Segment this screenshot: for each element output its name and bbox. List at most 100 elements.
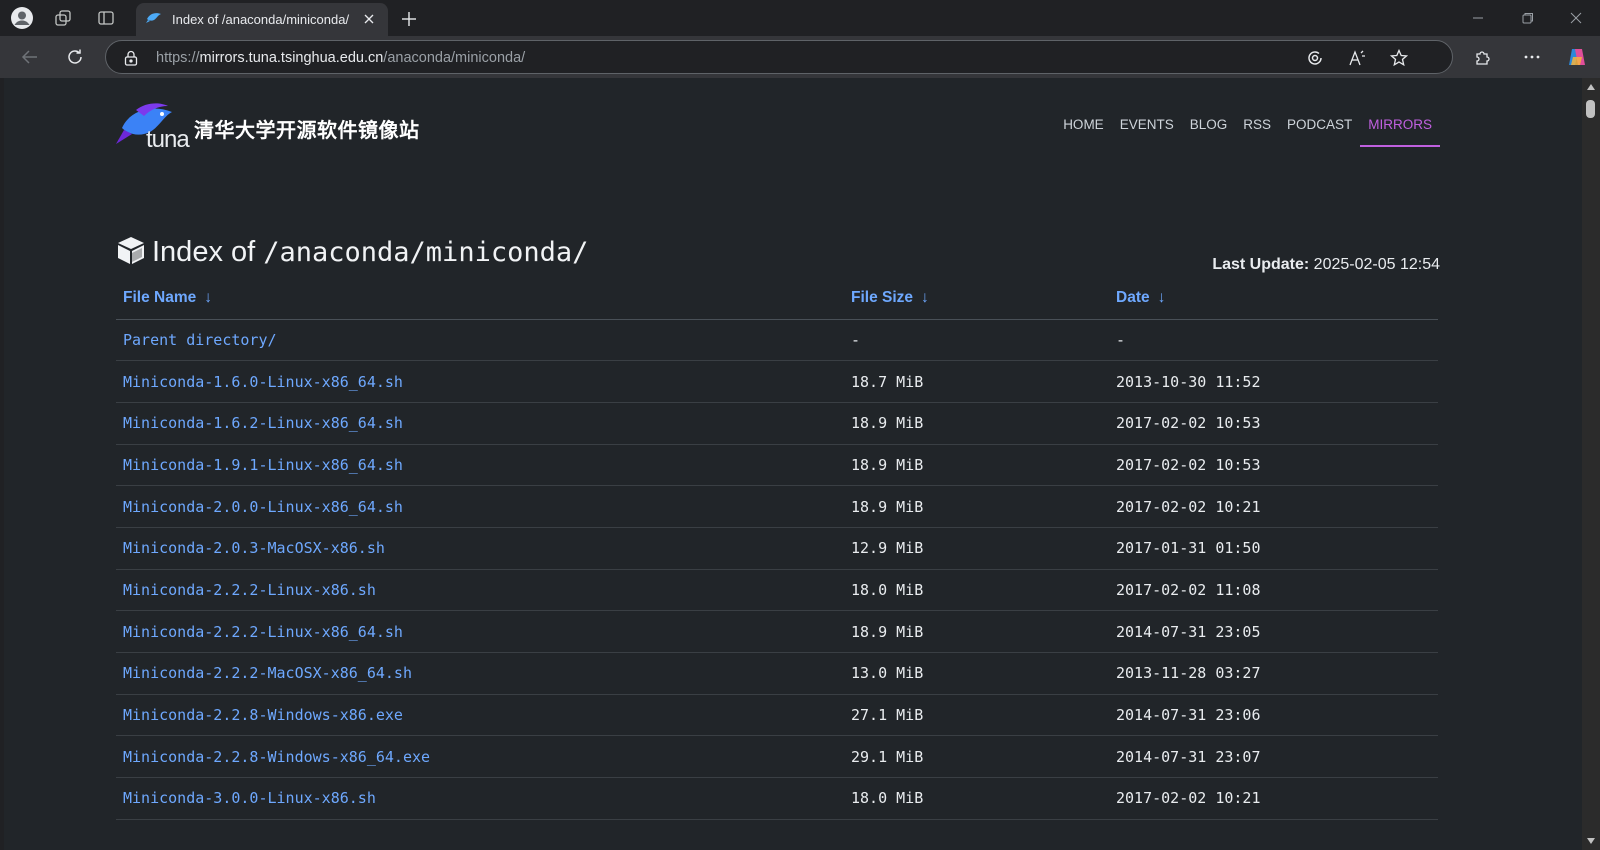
last-update-label: Last Update: [1212,256,1310,273]
title-path: /anaconda/miniconda/ [263,237,589,268]
browser-toolbar: https://mirrors.tuna.tsinghua.edu.cn/ana… [0,36,1600,78]
cell-file-size: 18.0 MiB [844,777,1109,820]
file-link[interactable]: Miniconda-2.2.8-Windows-x86.exe [123,706,403,724]
copilot-icon[interactable] [1563,43,1591,71]
nav-rss[interactable]: RSS [1235,116,1279,146]
file-rows: Parent directory/ - - Miniconda-1.6.0-Linux… [116,319,1438,820]
nav-podcast[interactable]: PODCAST [1279,116,1360,146]
new-tab-icon[interactable] [396,6,422,32]
site-brand[interactable]: tuna 清华大学开源软件镜像站 [116,100,420,156]
file-link[interactable]: Miniconda-1.9.1-Linux-x86_64.sh [123,456,403,474]
page-scrollbar[interactable] [1582,78,1600,850]
column-label: Date [1116,288,1150,306]
file-link[interactable]: Miniconda-2.0.0-Linux-x86_64.sh [123,498,403,516]
main-nav: HOME EVENTS BLOG RSS PODCAST MIRRORS [1055,116,1440,147]
cell-file-name: Miniconda-3.0.0-Linux-x86.sh [116,777,844,820]
sort-arrow-icon: ↓ [1157,288,1166,306]
minimize-icon[interactable] [1468,8,1488,28]
cell-file-name: Miniconda-2.2.8-Windows-x86_64.exe [116,735,844,779]
workspaces-icon[interactable] [51,6,75,30]
close-window-icon[interactable] [1566,8,1586,28]
scroll-up-icon[interactable] [1587,84,1595,90]
file-link[interactable]: Miniconda-1.6.2-Linux-x86_64.sh [123,414,403,432]
column-file-size[interactable]: File Size ↓ [844,277,1109,320]
last-update: Last Update: 2025-02-05 12:54 [1212,256,1440,274]
cell-file-size: 13.0 MiB [844,652,1109,695]
scroll-thumb[interactable] [1586,100,1595,118]
vertical-tabs-icon[interactable] [94,6,118,30]
file-link[interactable]: Miniconda-2.2.2-Linux-x86.sh [123,581,376,599]
file-link[interactable]: Miniconda-3.0.0-Linux-x86.sh [123,789,376,807]
parent-directory-link[interactable]: Parent directory/ [123,331,277,349]
scroll-down-icon[interactable] [1587,838,1595,844]
file-link[interactable]: Miniconda-2.0.3-MacOSX-x86.sh [123,539,385,557]
nav-blog[interactable]: BLOG [1182,116,1236,146]
browser-titlebar: Index of /anaconda/miniconda/ | [0,0,1600,36]
cell-file-size: - [844,319,1109,362]
url-text[interactable]: https://mirrors.tuna.tsinghua.edu.cn/ana… [156,50,525,66]
cell-file-name: Miniconda-2.2.2-Linux-x86_64.sh [116,610,844,653]
cell-file-size: 18.0 MiB [844,569,1109,612]
cell-date: 2014-07-31 23:07 [1109,735,1438,779]
table-row: Miniconda-2.2.2-Linux-x86.sh 18.0 MiB 2017… [116,569,1438,612]
browser-tab[interactable]: Index of /anaconda/miniconda/ | [136,3,388,36]
cell-date: 2017-02-02 10:21 [1109,485,1438,528]
table-row: Miniconda-1.9.1-Linux-x86_64.sh 18.9 MiB 2… [116,444,1438,487]
nav-events[interactable]: EVENTS [1112,116,1182,146]
more-options-icon[interactable] [1518,43,1546,71]
cell-date: 2017-02-02 11:08 [1109,569,1438,612]
cell-file-size: 18.9 MiB [844,402,1109,445]
cell-file-name: Miniconda-2.0.0-Linux-x86_64.sh [116,485,844,528]
cell-file-name: Miniconda-1.6.0-Linux-x86_64.sh [116,360,844,403]
table-row: Miniconda-2.2.8-Windows-x86.exe 27.1 MiB 2… [116,694,1438,737]
cell-date: 2013-10-30 11:52 [1109,360,1438,403]
close-tab-icon[interactable] [360,10,378,28]
table-row: Miniconda-1.6.2-Linux-x86_64.sh 18.9 MiB 2… [116,402,1438,445]
file-link[interactable]: Miniconda-1.6.0-Linux-x86_64.sh [123,373,403,391]
favorite-star-icon[interactable] [1388,47,1410,69]
tab-title: Index of /anaconda/miniconda/ | [172,12,352,27]
cell-file-size: 27.1 MiB [844,694,1109,737]
table-row: Miniconda-2.0.0-Linux-x86_64.sh 18.9 MiB 2… [116,485,1438,528]
tuna-favicon-icon [146,9,162,30]
cell-file-size: 18.9 MiB [844,485,1109,528]
cell-date: - [1109,319,1438,362]
lock-icon[interactable] [120,47,142,69]
url-scheme: https:// [156,50,200,66]
cell-date: 2017-01-31 01:50 [1109,527,1438,570]
cell-file-name: Miniconda-1.6.2-Linux-x86_64.sh [116,402,844,445]
cell-file-size: 29.1 MiB [844,735,1109,779]
page-title: Index of /anaconda/miniconda/ [116,235,588,270]
column-date[interactable]: Date ↓ [1109,277,1438,320]
site-name[interactable]: 清华大学开源软件镜像站 [194,114,420,143]
cell-file-name: Parent directory/ [116,319,844,362]
sort-arrow-icon: ↓ [204,288,212,306]
cell-file-name: Miniconda-1.9.1-Linux-x86_64.sh [116,444,844,487]
file-link[interactable]: Miniconda-2.2.8-Windows-x86_64.exe [123,748,430,766]
cell-date: 2014-07-31 23:06 [1109,694,1438,737]
address-bar[interactable]: https://mirrors.tuna.tsinghua.edu.cn/ana… [105,40,1453,74]
table-row: Miniconda-2.2.2-Linux-x86_64.sh 18.9 MiB 2… [116,610,1438,653]
refresh-icon[interactable] [61,43,89,71]
nav-mirrors[interactable]: MIRRORS [1360,116,1440,147]
tuna-logo[interactable]: tuna [116,100,190,156]
package-box-icon [116,235,146,270]
nav-home[interactable]: HOME [1055,116,1112,146]
table-row: Miniconda-2.0.3-MacOSX-x86.sh 12.9 MiB 201… [116,527,1438,570]
app-available-icon[interactable] [1304,47,1326,69]
table-row: Miniconda-2.2.2-MacOSX-x86_64.sh 13.0 MiB… [116,652,1438,695]
read-aloud-icon[interactable] [1346,47,1368,69]
cell-file-size: 18.9 MiB [844,444,1109,487]
file-link[interactable]: Miniconda-2.2.2-MacOSX-x86_64.sh [123,664,412,682]
restore-icon[interactable] [1518,8,1538,28]
last-update-value: 2025-02-05 12:54 [1313,256,1440,273]
profile-icon[interactable] [10,6,34,30]
column-label: File Size [851,288,914,306]
cell-date: 2013-11-28 03:27 [1109,652,1438,695]
url-path: /anaconda/miniconda/ [383,50,526,66]
file-link[interactable]: Miniconda-2.2.2-Linux-x86_64.sh [123,623,403,641]
extensions-icon[interactable] [1469,43,1497,71]
cell-file-name: Miniconda-2.0.3-MacOSX-x86.sh [116,527,844,570]
back-icon[interactable] [16,43,44,71]
column-file-name[interactable]: File Name ↓ [116,277,844,320]
